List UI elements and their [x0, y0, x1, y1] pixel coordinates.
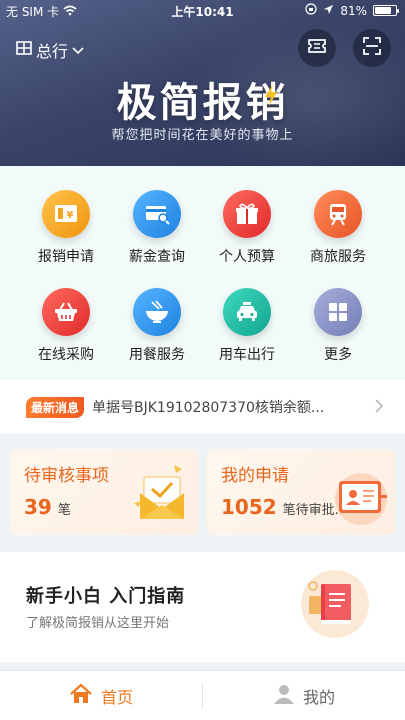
app-logo: 极简报销 — [116, 79, 289, 126]
header-banner: 无 SIM 卡 上午10:41 81% 总行 极简报销 帮您把时间花在美好的事物… — [0, 0, 405, 166]
menu-item-more[interactable]: 更多 — [292, 288, 384, 364]
gift-budget-icon — [223, 190, 271, 238]
branch-selector[interactable]: 总行 — [16, 38, 84, 62]
building-icon — [16, 40, 32, 60]
user-icon — [273, 683, 295, 709]
news-ticker[interactable]: 最新消息 单据号BJK19102807370核销余额... — [0, 380, 405, 434]
menu-item-business-travel[interactable]: 商旅服务 — [292, 190, 384, 266]
menu-label: 更多 — [324, 347, 352, 363]
ticket-icon — [307, 37, 327, 59]
pending-review-card[interactable]: 待审核事项 39 笔 — [10, 449, 198, 535]
taxi-icon — [223, 288, 271, 336]
news-text: 单据号BJK19102807370核销余额... — [92, 400, 325, 416]
branch-name: 总行 — [36, 42, 69, 61]
lightning-icon — [264, 84, 278, 110]
chevron-down-icon — [72, 41, 84, 60]
menu-item-expense-apply[interactable]: ¥ 报销申请 — [20, 190, 112, 266]
book-icon — [301, 570, 369, 638]
svg-text:¥: ¥ — [67, 210, 74, 221]
ticket-button[interactable] — [298, 29, 336, 67]
envelope-check-icon — [130, 463, 194, 529]
menu-label: 在线采购 — [38, 347, 94, 363]
news-badge: 最新消息 — [26, 396, 85, 418]
tab-label: 首页 — [100, 688, 133, 707]
menu-item-online-purchase[interactable]: 在线采购 — [20, 288, 112, 364]
battery-icon — [373, 5, 399, 16]
bowl-icon — [133, 288, 181, 336]
battery-percent: 81% — [340, 3, 367, 18]
orientation-lock-icon — [305, 3, 317, 18]
menu-label: 薪金查询 — [129, 249, 185, 265]
scan-icon — [362, 36, 382, 60]
menu-label: 用餐服务 — [129, 347, 185, 363]
expense-form-icon: ¥ — [42, 190, 90, 238]
chevron-right-icon — [375, 398, 384, 417]
menu-item-dining-service[interactable]: 用餐服务 — [111, 288, 203, 364]
my-application-card[interactable]: 我的申请 1052 笔待审批... — [207, 449, 395, 535]
tab-bar: 首页 我的 — [0, 670, 405, 720]
card-title: 我的申请 — [221, 466, 289, 486]
tab-home[interactable]: 首页 — [0, 671, 202, 720]
tab-mine[interactable]: 我的 — [203, 671, 405, 720]
menu-label: 用车出行 — [219, 347, 275, 363]
menu-label: 报销申请 — [38, 249, 94, 265]
location-icon — [323, 4, 334, 18]
home-icon — [69, 683, 93, 709]
menu-item-personal-budget[interactable]: 个人预算 — [201, 190, 293, 266]
summary-cards: 待审核事项 39 笔 我的申请 1052 笔待审批... — [0, 442, 405, 542]
scan-button[interactable] — [353, 29, 391, 67]
menu-item-salary-query[interactable]: 薪金查询 — [111, 190, 203, 266]
guide-subtitle: 了解极简报销从这里开始 — [26, 616, 170, 631]
tab-label: 我的 — [302, 688, 335, 707]
menu-label: 商旅服务 — [310, 249, 366, 265]
slogan: 帮您把时间花在美好的事物上 — [111, 128, 294, 143]
shopping-basket-icon — [42, 288, 90, 336]
card-title: 待审核事项 — [24, 466, 109, 486]
guide-title: 新手小白 入门指南 — [26, 586, 186, 607]
salary-search-icon — [133, 190, 181, 238]
menu-label: 个人预算 — [219, 249, 275, 265]
train-icon — [314, 190, 362, 238]
menu-item-car-travel[interactable]: 用车出行 — [201, 288, 293, 364]
more-grid-icon — [314, 288, 362, 336]
profile-card-icon — [329, 471, 391, 531]
feature-menu: ¥ 报销申请 薪金查询 个人预算 商旅服务 在线采购 用餐服务 用车出行 更多 — [0, 166, 405, 380]
beginner-guide[interactable]: 新手小白 入门指南 了解极简报销从这里开始 — [0, 552, 405, 662]
pending-count: 39 笔 — [24, 495, 71, 519]
status-bar: 无 SIM 卡 上午10:41 81% — [0, 0, 405, 20]
